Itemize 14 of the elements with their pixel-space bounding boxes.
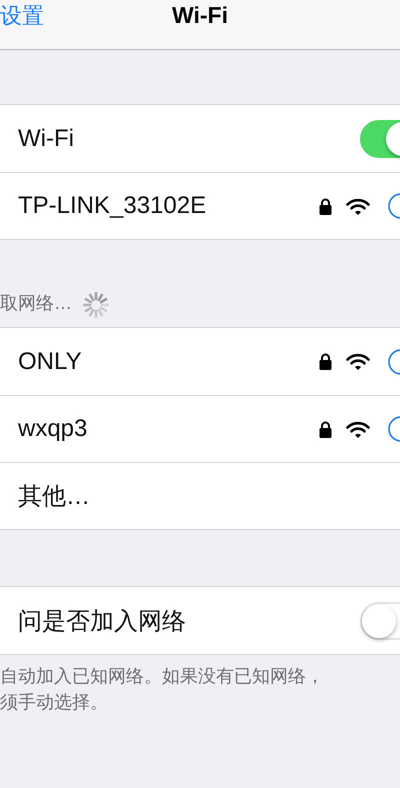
row-label: 问是否加入网络 <box>18 606 186 636</box>
footer-text: 自动加入已知网络。如果没有已知网络， <box>0 665 325 688</box>
wifi-signal-icon <box>346 198 370 214</box>
network-row[interactable]: 其他… <box>0 462 400 529</box>
network-row[interactable]: wxqp3 <box>0 395 400 462</box>
section-header: 取网络… <box>0 292 72 315</box>
wifi-signal-icon <box>346 353 370 370</box>
row-label: Wi-Fi <box>18 124 74 152</box>
back-link[interactable]: 设置 <box>0 0 44 30</box>
window-title: Wi-Fi <box>172 2 228 29</box>
wifi-signal-icon <box>346 420 370 438</box>
network-row[interactable]: ONLY <box>0 328 400 395</box>
footer-text: 须手动选择。 <box>0 691 109 714</box>
network-row[interactable]: TP-LINK_33102E <box>0 172 400 239</box>
